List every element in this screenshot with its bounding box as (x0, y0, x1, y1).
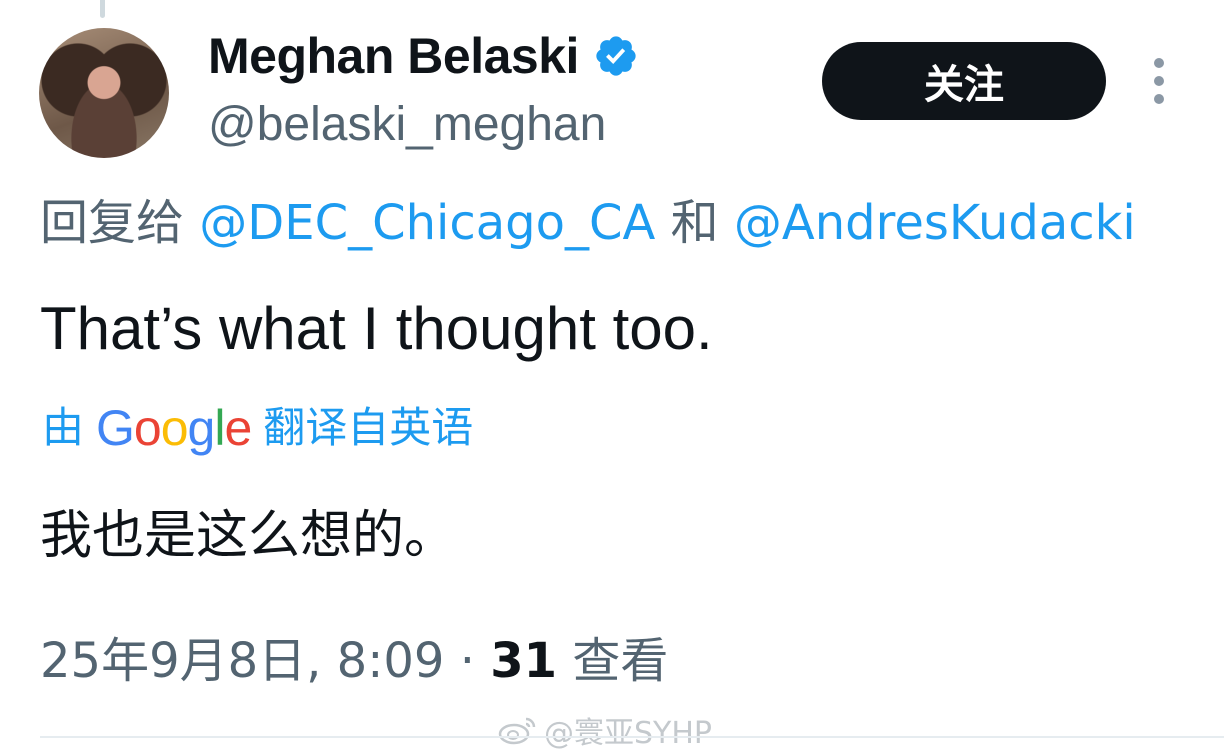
translation-suffix: 翻译自英语 (263, 403, 474, 452)
weibo-icon (498, 717, 536, 745)
translation-prefix: 由 (42, 403, 85, 452)
author-name-row: Meghan Belaski (208, 26, 639, 86)
verified-badge-icon (596, 36, 636, 76)
tweet-timestamp[interactable]: 25年9月8日, 8:09 (40, 633, 444, 689)
tweet-text: That’s what I thought too. (40, 295, 713, 362)
watermark-text: @寰亚SYHP (544, 716, 713, 751)
avatar[interactable] (39, 28, 169, 158)
views-label: 查看 (572, 633, 669, 689)
tweet-meta: 25年9月8日, 8:09 · 31 查看 (40, 628, 668, 694)
reply-context: 回复给 @DEC_Chicago_CA 和 @AndresKudacki (40, 192, 1136, 254)
reply-joiner: 和 (670, 195, 719, 251)
reply-prefix: 回复给 (40, 195, 185, 251)
follow-button[interactable]: 关注 (822, 42, 1106, 120)
mention-link[interactable]: @AndresKudacki (734, 195, 1136, 251)
thread-connector-line (100, 0, 105, 18)
divider (40, 736, 1224, 738)
views-count: 31 (490, 633, 558, 689)
mention-link[interactable]: @DEC_Chicago_CA (199, 195, 655, 251)
google-logo: Google (96, 400, 252, 456)
translated-text: 我也是这么想的。 (40, 506, 457, 566)
more-vertical-icon[interactable] (1150, 58, 1168, 104)
translation-attribution[interactable]: 由 Google 翻译自英语 (42, 398, 473, 458)
meta-separator: · (459, 633, 475, 689)
author-handle[interactable]: @belaski_meghan (208, 96, 606, 154)
author-display-name[interactable]: Meghan Belaski (208, 26, 579, 86)
watermark: @寰亚SYHP (498, 708, 712, 752)
